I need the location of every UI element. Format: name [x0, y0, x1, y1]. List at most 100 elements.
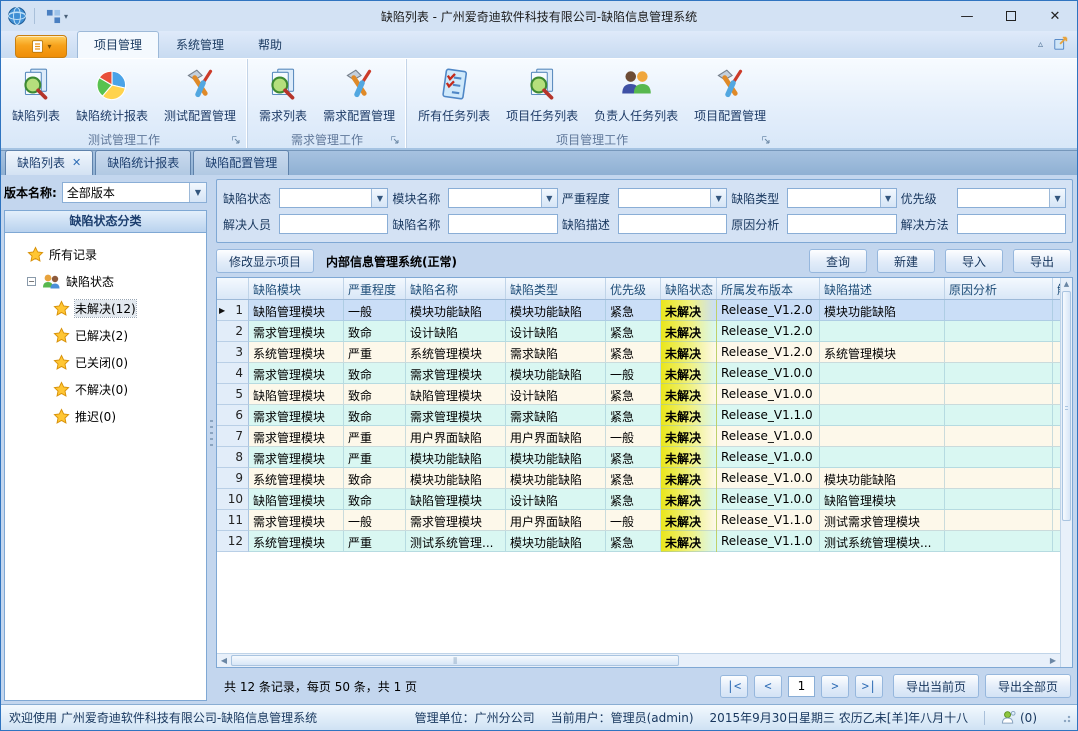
maximize-button[interactable]: [989, 1, 1033, 31]
ribbon-button-1-0[interactable]: 需求列表: [252, 63, 314, 126]
cell-缺陷名称[interactable]: 需求管理模块: [406, 405, 506, 426]
cell-严重程度[interactable]: 致命: [344, 405, 406, 426]
tree-item-所有记录[interactable]: 所有记录: [5, 241, 206, 268]
filter-combobox[interactable]: ▼: [279, 188, 388, 208]
cell-所属发布版本[interactable]: Release_V1.0.0: [717, 384, 820, 405]
cell-解决方法[interactable]: [1053, 426, 1060, 447]
cell-所属发布版本[interactable]: Release_V1.1.0: [717, 405, 820, 426]
action-button-导入[interactable]: 导入: [945, 249, 1003, 273]
cell-缺陷状态[interactable]: 未解决: [661, 321, 717, 342]
chevron-down-icon[interactable]: ▼: [880, 189, 896, 207]
column-header-缺陷描述[interactable]: 缺陷描述: [820, 278, 945, 299]
scroll-right-icon[interactable]: ▶: [1046, 656, 1060, 665]
cell-缺陷模块[interactable]: 缺陷管理模块: [249, 489, 344, 510]
ribbon-button-0-2[interactable]: 测试配置管理: [157, 63, 243, 126]
column-header-缺陷类型[interactable]: 缺陷类型: [506, 278, 606, 299]
cell-缺陷类型[interactable]: 设计缺陷: [506, 321, 606, 342]
cell-缺陷描述[interactable]: 缺陷管理模块: [820, 489, 945, 510]
cell-缺陷名称[interactable]: 缺陷管理模块: [406, 384, 506, 405]
row-header[interactable]: 10: [217, 489, 249, 510]
cell-严重程度[interactable]: 严重: [344, 531, 406, 552]
row-header[interactable]: 3: [217, 342, 249, 363]
ribbon-button-2-2[interactable]: 负责人任务列表: [587, 63, 685, 126]
cell-解决方法[interactable]: [1053, 342, 1060, 363]
cell-缺陷状态[interactable]: 未解决: [661, 510, 717, 531]
ribbon-tab-0[interactable]: 项目管理: [77, 31, 159, 58]
cell-所属发布版本[interactable]: Release_V1.0.0: [717, 426, 820, 447]
cell-缺陷名称[interactable]: 模块功能缺陷: [406, 300, 506, 321]
quick-access-toolbar-button[interactable]: ▾: [42, 7, 72, 26]
cell-缺陷类型[interactable]: 模块功能缺陷: [506, 447, 606, 468]
cell-缺陷模块[interactable]: 需求管理模块: [249, 510, 344, 531]
panel-splitter[interactable]: [207, 175, 216, 704]
column-header-原因分析[interactable]: 原因分析: [945, 278, 1053, 299]
cell-原因分析[interactable]: [945, 510, 1053, 531]
column-header-缺陷模块[interactable]: 缺陷模块: [249, 278, 344, 299]
cell-原因分析[interactable]: [945, 363, 1053, 384]
cell-缺陷状态[interactable]: 未解决: [661, 468, 717, 489]
version-combobox[interactable]: 全部版本 ▼: [62, 182, 207, 203]
cell-缺陷状态[interactable]: 未解决: [661, 531, 717, 552]
vscroll-thumb[interactable]: [1062, 291, 1071, 521]
cell-解决方法[interactable]: [1053, 321, 1060, 342]
action-button-导出[interactable]: 导出: [1013, 249, 1071, 273]
cell-解决方法[interactable]: [1053, 531, 1060, 552]
cell-缺陷描述[interactable]: [820, 405, 945, 426]
row-header[interactable]: ▶1: [217, 300, 249, 321]
cell-严重程度[interactable]: 致命: [344, 384, 406, 405]
prev-page-button[interactable]: <: [754, 675, 782, 698]
cell-缺陷状态[interactable]: 未解决: [661, 300, 717, 321]
horizontal-scrollbar[interactable]: ◀ ▶: [217, 653, 1060, 667]
cell-优先级[interactable]: 紧急: [606, 405, 661, 426]
chevron-down-icon[interactable]: ▼: [189, 183, 206, 202]
filter-combobox[interactable]: ▼: [618, 188, 727, 208]
cell-优先级[interactable]: 一般: [606, 363, 661, 384]
cell-严重程度[interactable]: 严重: [344, 447, 406, 468]
cell-解决方法[interactable]: [1053, 468, 1060, 489]
last-page-button[interactable]: >|: [855, 675, 883, 698]
cell-缺陷模块[interactable]: 需求管理模块: [249, 447, 344, 468]
cell-缺陷名称[interactable]: 设计缺陷: [406, 321, 506, 342]
export-all-pages-button[interactable]: 导出全部页: [985, 674, 1071, 698]
cell-原因分析[interactable]: [945, 426, 1053, 447]
row-header[interactable]: 6: [217, 405, 249, 426]
filter-input[interactable]: [957, 214, 1066, 234]
cell-优先级[interactable]: 紧急: [606, 321, 661, 342]
cell-缺陷模块[interactable]: 缺陷管理模块: [249, 384, 344, 405]
cell-缺陷名称[interactable]: 测试系统管理...: [406, 531, 506, 552]
chevron-down-icon[interactable]: ▼: [541, 189, 557, 207]
table-row[interactable]: 11需求管理模块一般需求管理模块用户界面缺陷一般未解决Release_V1.1.…: [217, 510, 1060, 531]
cell-原因分析[interactable]: [945, 300, 1053, 321]
action-button-新建[interactable]: 新建: [877, 249, 935, 273]
cell-解决方法[interactable]: [1053, 405, 1060, 426]
cell-所属发布版本[interactable]: Release_V1.2.0: [717, 321, 820, 342]
table-row[interactable]: 7需求管理模块严重用户界面缺陷用户界面缺陷一般未解决Release_V1.0.0: [217, 426, 1060, 447]
cell-优先级[interactable]: 一般: [606, 426, 661, 447]
cell-原因分析[interactable]: [945, 489, 1053, 510]
table-row[interactable]: 3系统管理模块严重系统管理模块需求缺陷紧急未解决Release_V1.2.0系统…: [217, 342, 1060, 363]
table-row[interactable]: ▶1缺陷管理模块一般模块功能缺陷模块功能缺陷紧急未解决Release_V1.2.…: [217, 300, 1060, 321]
ribbon-tab-1[interactable]: 系统管理: [159, 31, 241, 58]
cell-原因分析[interactable]: [945, 468, 1053, 489]
cell-原因分析[interactable]: [945, 405, 1053, 426]
cell-所属发布版本[interactable]: Release_V1.2.0: [717, 342, 820, 363]
column-header-缺陷名称[interactable]: 缺陷名称: [406, 278, 506, 299]
cell-优先级[interactable]: 紧急: [606, 489, 661, 510]
first-page-button[interactable]: |<: [720, 675, 748, 698]
filter-input[interactable]: [787, 214, 896, 234]
row-header[interactable]: 11: [217, 510, 249, 531]
cell-严重程度[interactable]: 致命: [344, 321, 406, 342]
ribbon-button-2-1[interactable]: 项目任务列表: [499, 63, 585, 126]
cell-缺陷模块[interactable]: 缺陷管理模块: [249, 300, 344, 321]
ribbon-collapse-button[interactable]: ▵: [1038, 39, 1043, 50]
ribbon-button-2-0[interactable]: 所有任务列表: [411, 63, 497, 126]
ribbon-button-1-1[interactable]: 需求配置管理: [316, 63, 402, 126]
cell-缺陷类型[interactable]: 需求缺陷: [506, 405, 606, 426]
column-header-优先级[interactable]: 优先级: [606, 278, 661, 299]
page-number-input[interactable]: [788, 676, 815, 697]
cell-严重程度[interactable]: 致命: [344, 468, 406, 489]
column-header-所属发布版本[interactable]: 所属发布版本: [717, 278, 820, 299]
column-header-严重程度[interactable]: 严重程度: [344, 278, 406, 299]
table-row[interactable]: 2需求管理模块致命设计缺陷设计缺陷紧急未解决Release_V1.2.0: [217, 321, 1060, 342]
export-current-page-button[interactable]: 导出当前页: [893, 674, 979, 698]
